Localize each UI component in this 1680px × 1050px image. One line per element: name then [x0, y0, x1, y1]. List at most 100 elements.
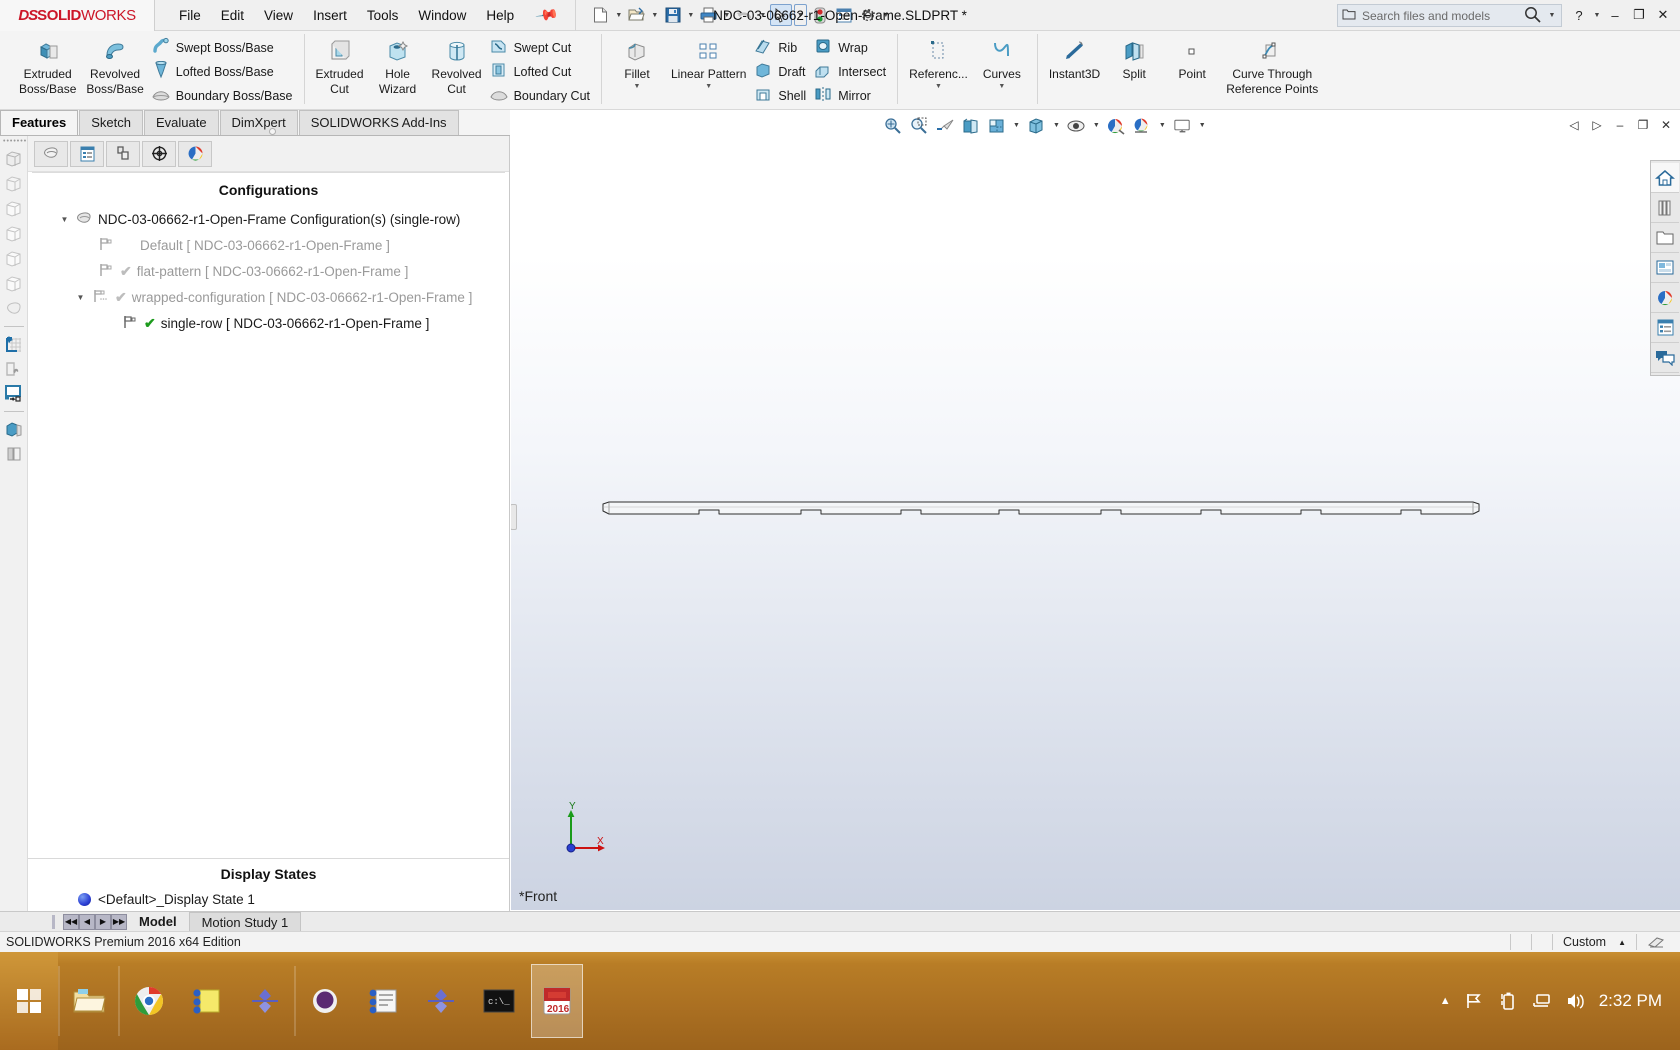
open-document-caret[interactable]: ▼ — [650, 12, 660, 19]
windows-start-icon[interactable] — [0, 952, 58, 1050]
appearances-tab-icon[interactable] — [178, 140, 212, 167]
part-solid-icon[interactable] — [3, 418, 25, 440]
display-state-row[interactable]: <Default>_Display State 1 — [28, 888, 509, 911]
first-tab-button[interactable]: ◀◀ — [63, 913, 79, 930]
print-icon[interactable] — [698, 4, 720, 26]
previous-view-icon[interactable] — [933, 114, 956, 137]
revolved-boss-base-button[interactable]: Revolved Boss/Base — [81, 33, 148, 99]
network-icon[interactable] — [1531, 992, 1551, 1010]
revolved-cut-button[interactable]: Revolved Cut — [427, 33, 487, 99]
wrap-button[interactable]: Wrap — [811, 36, 891, 59]
menu-tools[interactable]: Tools — [357, 4, 409, 27]
sketch-tool-icon[interactable] — [3, 333, 25, 355]
boundary-cut-button[interactable]: Boundary Cut — [487, 84, 595, 107]
tab-features[interactable]: Features — [0, 110, 79, 135]
viewport-splitter-handle[interactable] — [511, 504, 517, 530]
view-settings-icon[interactable] — [1171, 114, 1194, 137]
menu-help[interactable]: Help — [476, 4, 524, 27]
edit-appearance-icon[interactable] — [1105, 114, 1128, 137]
fillet-caret[interactable]: ▼ — [634, 83, 641, 90]
tab-evaluate[interactable]: Evaluate — [143, 110, 219, 135]
tab-sketch[interactable]: Sketch — [79, 110, 143, 135]
reference-geometry-caret[interactable]: ▼ — [935, 83, 942, 90]
help-button[interactable]: ? — [1568, 4, 1590, 26]
hide-show-items-icon[interactable] — [1065, 114, 1088, 137]
pin-icon[interactable]: 📌 — [535, 2, 561, 28]
configuration-manager-icon[interactable] — [3, 198, 25, 220]
units-caret[interactable]: ▲ — [1618, 938, 1626, 947]
hole-wizard-button[interactable]: Hole Wizard — [369, 33, 427, 99]
boundary-boss-base-button[interactable]: Boundary Boss/Base — [149, 84, 298, 107]
reference-geometry-button[interactable]: Referenc... ▼ — [904, 33, 973, 92]
search-dropdown-caret[interactable]: ▼ — [1547, 12, 1557, 19]
rebuild-icon[interactable] — [809, 4, 831, 26]
editing-part-icon[interactable] — [1637, 932, 1676, 953]
prev-tab-button[interactable]: ◀ — [79, 913, 95, 930]
tools-wrench-icon[interactable] — [3, 358, 25, 380]
last-tab-button[interactable]: ▶▶ — [111, 913, 127, 930]
chevron-down-icon[interactable]: ▼ — [58, 215, 71, 224]
tab-motion-study-1[interactable]: Motion Study 1 — [188, 911, 302, 932]
close-button[interactable]: ✕ — [1652, 4, 1674, 26]
list-item[interactable]: Default [ NDC-03-06662-r1-Open-Frame ] — [28, 232, 509, 258]
search-input[interactable] — [1362, 8, 1518, 23]
configuration-manager-tab-icon[interactable] — [34, 140, 68, 167]
instant3d-button[interactable]: Instant3D — [1044, 33, 1105, 84]
sticky-notes-taskbar-icon[interactable] — [181, 964, 233, 1038]
rail-grip[interactable]: ••••••• — [3, 138, 27, 145]
curve-through-reference-points-button[interactable]: Curve Through Reference Points — [1221, 33, 1323, 99]
menu-window[interactable]: Window — [408, 4, 476, 27]
view-orientation-icon[interactable] — [985, 114, 1008, 137]
new-document-caret[interactable]: ▼ — [614, 12, 624, 19]
solidworks-forum-icon[interactable] — [1651, 343, 1679, 373]
units-selector[interactable]: Custom ▲ — [1553, 932, 1636, 953]
action-center-flag-icon[interactable] — [1465, 992, 1485, 1010]
select-pointer-caret[interactable]: ▼ — [793, 4, 807, 26]
linear-pattern-caret[interactable]: ▼ — [705, 83, 712, 90]
new-document-icon[interactable] — [590, 4, 612, 26]
list-item[interactable]: ✔ flat-pattern [ NDC-03-06662-r1-Open-Fr… — [28, 258, 509, 284]
point-button[interactable]: Point — [1163, 33, 1221, 84]
minimize-doc-icon[interactable]: – — [1610, 115, 1630, 135]
undo-icon[interactable] — [734, 4, 756, 26]
property-manager-icon[interactable] — [3, 173, 25, 195]
list-item[interactable]: ▼ ✔ wrapped-configuration [ NDC-03-06662… — [28, 284, 509, 310]
tab-solidworks-add-ins[interactable]: SOLIDWORKS Add-Ins — [298, 110, 459, 135]
swept-boss-base-button[interactable]: Swept Boss/Base — [149, 36, 298, 59]
solidworks-resources-home-icon[interactable] — [1651, 163, 1679, 193]
settings-caret[interactable]: ▼ — [881, 12, 891, 19]
tab-dimxpert[interactable]: DimXpert — [219, 110, 298, 135]
section-view-icon[interactable] — [959, 114, 982, 137]
feature-manager-tree-icon[interactable] — [3, 148, 25, 170]
select-pointer-icon[interactable] — [769, 4, 792, 26]
split-button[interactable]: Split — [1105, 33, 1163, 84]
render-manager-icon[interactable] — [3, 273, 25, 295]
view-orientation-caret[interactable]: ▼ — [1011, 122, 1022, 129]
configuration-root-node[interactable]: ▼ NDC-03-06662-r1-Open-Frame Configurati… — [28, 206, 509, 232]
terminal-taskbar-icon[interactable]: c:\_ — [473, 964, 525, 1038]
display-pane-icon[interactable] — [3, 383, 25, 405]
list-item[interactable]: ✔ single-row [ NDC-03-06662-r1-Open-Fram… — [28, 310, 509, 336]
panel-collapse-icon[interactable] — [3, 443, 25, 465]
curves-caret[interactable]: ▼ — [998, 83, 1005, 90]
volume-icon[interactable] — [1565, 992, 1585, 1010]
file-explorer-taskbar-icon[interactable] — [63, 964, 115, 1038]
solidworks-2016-taskbar-icon[interactable]: 2016 — [531, 964, 583, 1038]
dimxpert-manager-tab-icon[interactable] — [106, 140, 140, 167]
search-icon[interactable] — [1524, 6, 1541, 26]
panel-splitter-handle[interactable] — [268, 128, 276, 135]
menu-edit[interactable]: Edit — [211, 4, 254, 27]
battery-icon[interactable] — [1499, 991, 1517, 1011]
restore-button[interactable]: ❐ — [1628, 4, 1650, 26]
lofted-boss-base-button[interactable]: Lofted Boss/Base — [149, 60, 298, 83]
rib-button[interactable]: Rib — [751, 36, 811, 59]
apply-scene-icon[interactable] — [1131, 114, 1154, 137]
options-list-icon[interactable] — [833, 4, 855, 26]
zoom-to-area-icon[interactable] — [907, 114, 930, 137]
minimize-button[interactable]: – — [1604, 4, 1626, 26]
extruded-cut-button[interactable]: Extruded Cut — [311, 33, 369, 99]
lofted-cut-button[interactable]: Lofted Cut — [487, 60, 595, 83]
restore-left-icon[interactable]: ◁ — [1564, 115, 1584, 135]
wine-app-taskbar-icon[interactable] — [299, 964, 351, 1038]
file-explorer-icon[interactable] — [1651, 223, 1679, 253]
